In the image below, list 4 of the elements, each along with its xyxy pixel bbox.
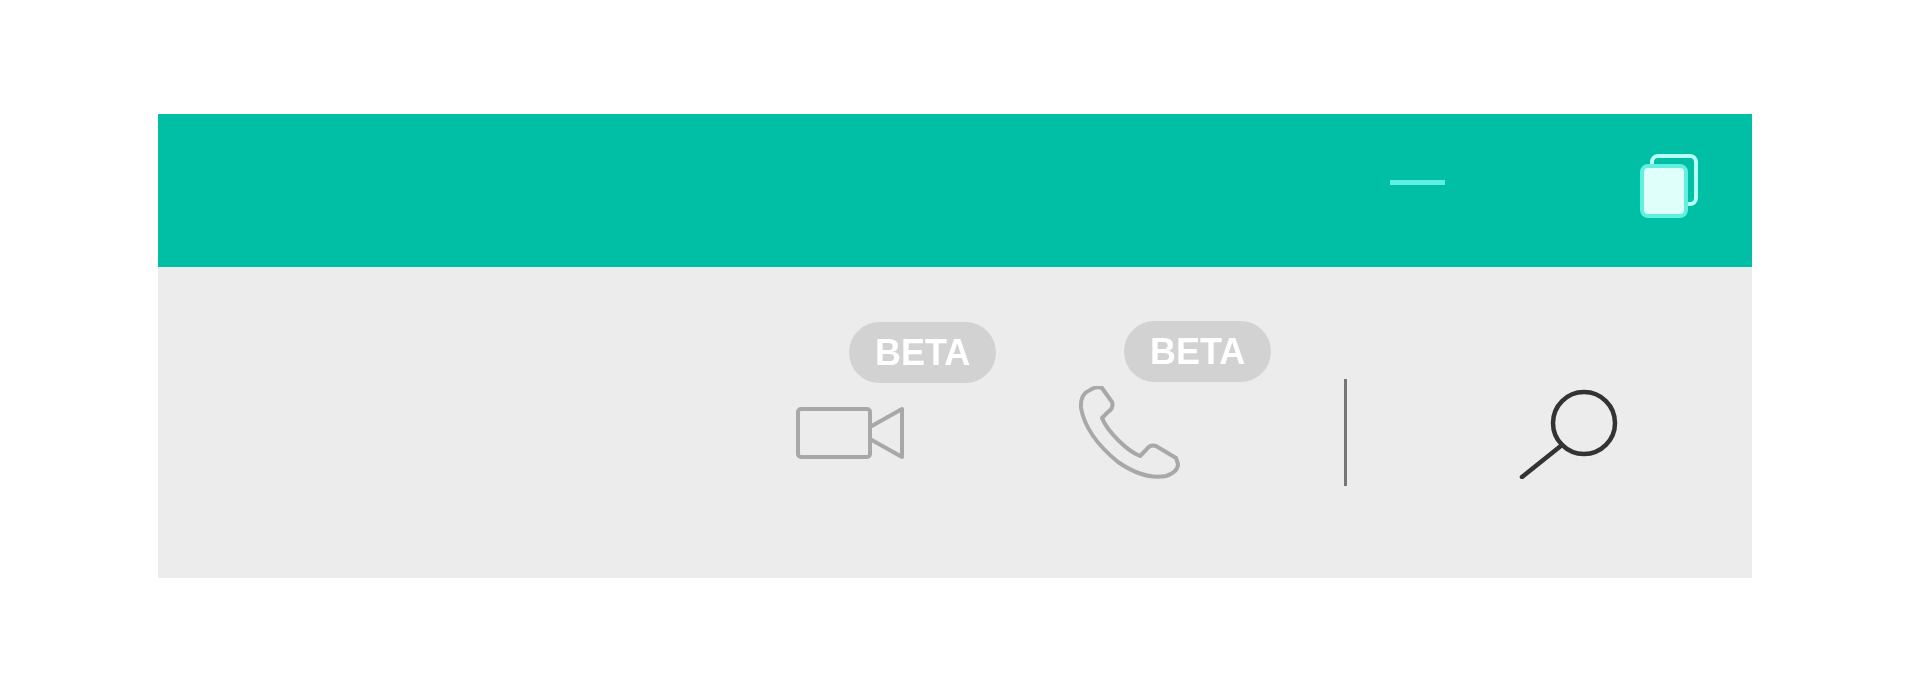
video-camera-icon[interactable] — [796, 404, 906, 461]
minimize-button[interactable] — [1390, 180, 1445, 185]
restore-icon[interactable] — [1638, 152, 1700, 219]
phone-icon[interactable] — [1078, 385, 1182, 480]
